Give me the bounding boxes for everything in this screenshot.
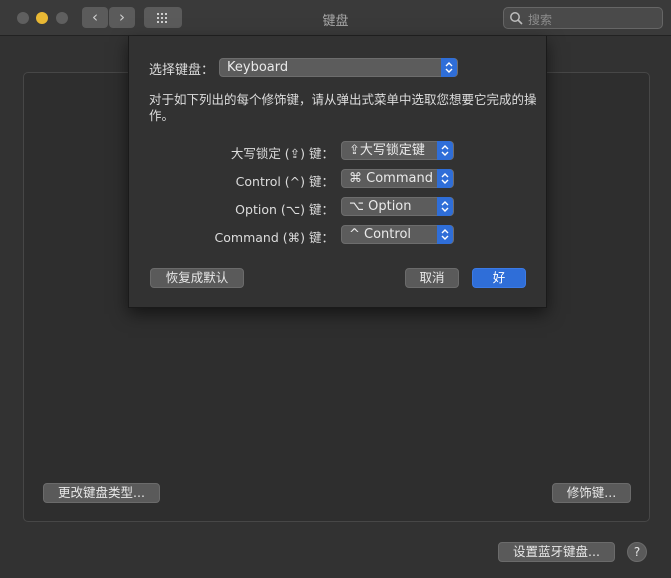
caps-lock-action-select[interactable]: ⇪大写锁定键 [341,141,454,160]
modifier-keys-button[interactable]: 修饰键... [552,483,631,503]
setup-bluetooth-keyboard-button[interactable]: 设置蓝牙键盘... [498,542,615,562]
keyboard-select-value: Keyboard [227,60,289,75]
keyboard-preferences-window: ‹ › 键盘 搜索 更改键盘类型... 修饰键... 设置蓝牙键盘... ? 选… [0,0,671,578]
updown-chevron-icon [437,197,453,216]
search-icon [510,12,523,25]
control-key-label: Control (^) 键： [235,174,334,189]
search-placeholder: 搜索 [528,13,553,27]
updown-chevron-icon [437,169,453,188]
command-key-label: Command (⌘) 键： [214,230,334,245]
cancel-button[interactable]: 取消 [405,268,459,288]
command-key-action-select[interactable]: ^ Control [341,225,454,244]
control-key-action-value: ⌘ Command [349,171,433,186]
caps-lock-label: 大写锁定 (⇪) 键： [230,146,334,161]
keyboard-select[interactable]: Keyboard [219,58,458,77]
caps-lock-action-value: ⇪大写锁定键 [349,143,425,158]
restore-defaults-button[interactable]: 恢复成默认 [150,268,244,288]
title-bar: ‹ › 键盘 搜索 [0,0,671,36]
option-key-action-select[interactable]: ⌥ Option [341,197,454,216]
updown-chevron-icon [441,58,457,77]
option-key-label: Option (⌥) 键： [235,202,334,217]
modifier-keys-sheet: 选择键盘： Keyboard 对于如下列出的每个修饰键，请从弹出式菜单中选取您想… [128,36,547,308]
change-keyboard-type-button[interactable]: 更改键盘类型... [43,483,160,503]
option-key-action-value: ⌥ Option [349,199,412,214]
updown-chevron-icon [437,141,453,160]
search-field[interactable]: 搜索 [503,7,663,29]
command-key-action-value: ^ Control [349,227,412,242]
ok-button[interactable]: 好 [472,268,526,288]
select-keyboard-label: 选择键盘： [149,63,215,78]
instructions-text: 对于如下列出的每个修饰键，请从弹出式菜单中选取您想要它完成的操作。 [149,92,537,123]
control-key-action-select[interactable]: ⌘ Command [341,169,454,188]
updown-chevron-icon [437,225,453,244]
help-button[interactable]: ? [627,542,647,562]
